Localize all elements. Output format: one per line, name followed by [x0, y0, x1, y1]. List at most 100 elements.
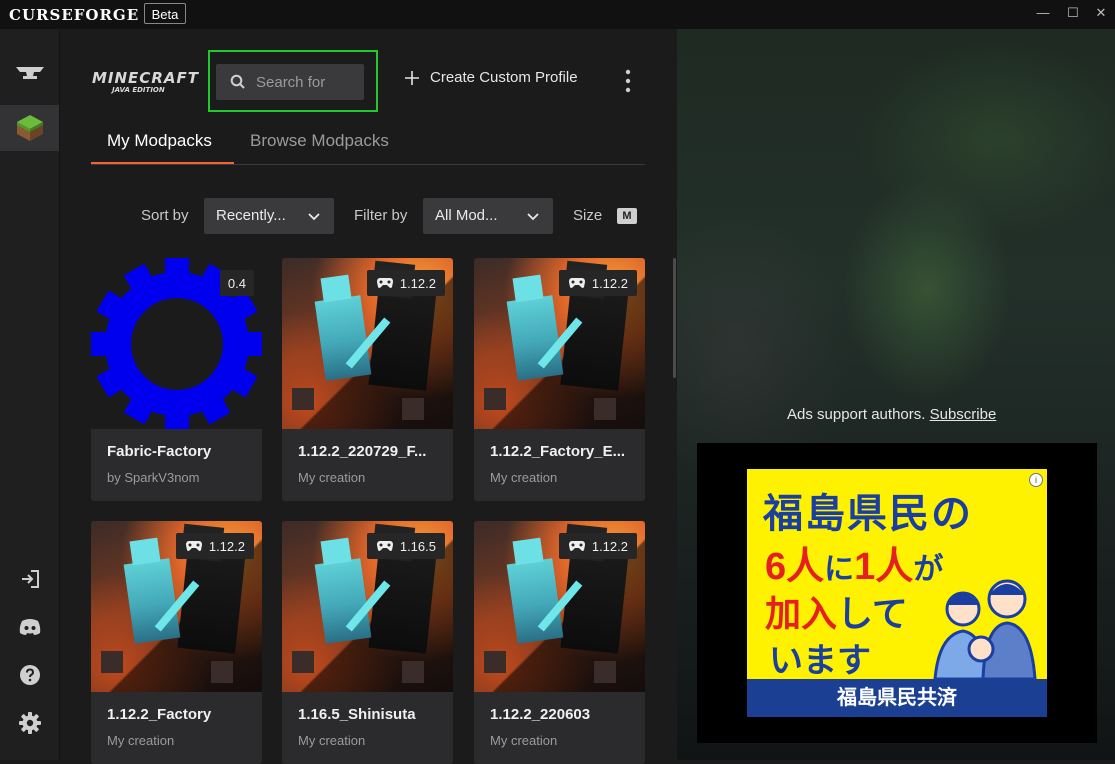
chevron-down-icon	[527, 213, 539, 221]
ad-text: 加入	[765, 593, 838, 634]
search-placeholder: Search for	[256, 74, 326, 91]
version-badge: 0.4	[219, 270, 254, 296]
gamepad-icon	[568, 541, 585, 551]
gamepad-icon	[568, 278, 585, 288]
discord-button[interactable]	[0, 604, 59, 650]
filter-value: All Mod...	[435, 207, 498, 224]
close-button[interactable]: ✕	[1094, 6, 1108, 20]
active-tab-indicator	[91, 162, 234, 164]
create-profile-button[interactable]: Create Custom Profile	[404, 69, 578, 86]
version-text: 1.12.2	[591, 275, 628, 291]
chevron-down-icon	[308, 213, 320, 221]
modpack-thumbnail: 0.4	[91, 258, 262, 429]
anvil-icon	[15, 67, 44, 79]
modpack-thumbnail: 1.16.5	[282, 521, 453, 692]
login-icon	[21, 570, 39, 588]
gamepad-icon	[185, 541, 202, 551]
modpack-card[interactable]: 1.12.2 1.12.2_Factory_E... My creation	[474, 258, 645, 501]
tabs-divider	[91, 164, 645, 165]
filter-label: Filter by	[354, 207, 408, 224]
ad-text: 人	[875, 546, 914, 588]
ad-line-4: います	[769, 642, 871, 680]
search-input[interactable]: Search for	[216, 64, 364, 100]
size-toggle[interactable]: M	[617, 208, 637, 224]
modpack-card[interactable]: 1.12.2 1.12.2_220729_F... My creation	[282, 258, 453, 501]
modpack-author: My creation	[107, 733, 175, 748]
modpack-card[interactable]: 0.4 Fabric-Factory by SparkV3nom	[91, 258, 262, 501]
modpack-thumbnail: 1.12.2	[474, 521, 645, 692]
modpack-name: 1.12.2_220729_F...	[298, 443, 427, 460]
tab-my-modpacks[interactable]: My Modpacks	[107, 131, 212, 151]
main-content: MINECRAFT JAVA EDITION Search for Create…	[60, 29, 677, 764]
ad-text: 人	[786, 546, 825, 588]
discord-icon	[19, 619, 40, 635]
settings-button[interactable]	[0, 700, 59, 746]
modpack-thumbnail: 1.12.2	[474, 258, 645, 429]
help-button[interactable]	[0, 652, 59, 698]
ad-text: に	[824, 553, 855, 586]
modpack-name: 1.16.5_Shinisuta	[298, 706, 416, 723]
gamepad-icon	[376, 278, 393, 288]
version-text: 0.4	[227, 275, 246, 291]
minecraft-grass-icon	[16, 115, 43, 141]
sort-value: Recently...	[216, 207, 286, 224]
logo-line2: JAVA EDITION	[112, 86, 165, 94]
version-badge: 1.12.2	[558, 270, 637, 296]
version-text: 1.16.5	[399, 538, 436, 554]
side-rail	[0, 29, 60, 760]
modpack-thumbnail: 1.12.2	[91, 521, 262, 692]
minecraft-java-logo: MINECRAFT JAVA EDITION	[92, 69, 199, 95]
home-button[interactable]	[0, 50, 59, 96]
subscribe-link[interactable]: Subscribe	[930, 406, 997, 423]
ad-text: 6	[765, 546, 787, 588]
ad-text: 1	[854, 546, 876, 588]
gear-icon	[18, 712, 41, 734]
advertisement[interactable]: i 福島県民の 6人に1人が 加入して います 福島県民共済	[747, 469, 1047, 717]
ad-footer: 福島県民共済	[747, 679, 1047, 717]
version-text: 1.12.2	[591, 538, 628, 554]
modpack-author: by SparkV3nom	[107, 470, 200, 485]
curseforge-logo: CURSEFORGE	[9, 6, 140, 24]
version-badge: 1.12.2	[366, 270, 445, 296]
modpack-name: 1.12.2_220603	[490, 706, 591, 723]
version-badge: 1.16.5	[366, 533, 445, 559]
beta-badge: Beta	[144, 3, 186, 24]
version-badge: 1.12.2	[175, 533, 254, 559]
minecraft-game-button[interactable]	[0, 105, 59, 151]
modpack-author: My creation	[298, 470, 366, 485]
ad-text: して	[837, 593, 908, 634]
modpack-author: My creation	[490, 733, 558, 748]
login-button[interactable]	[0, 556, 59, 602]
ad-info-icon[interactable]: i	[1029, 473, 1043, 487]
search-icon	[230, 74, 245, 89]
logo-line1: MINECRAFT	[92, 69, 199, 87]
tab-browse-modpacks[interactable]: Browse Modpacks	[250, 131, 389, 151]
modpack-card[interactable]: 1.16.5 1.16.5_Shinisuta My creation	[282, 521, 453, 764]
ad-container: i 福島県民の 6人に1人が 加入して います 福島県民共済	[697, 443, 1097, 743]
ad-headline: 福島県民の	[763, 492, 973, 536]
ad-line-2: 6人に1人が	[765, 535, 943, 590]
sort-label: Sort by	[141, 207, 189, 224]
size-label: Size	[573, 207, 603, 224]
filter-dropdown[interactable]: All Mod...	[423, 198, 553, 234]
search-focus-ring: Search for	[208, 50, 378, 112]
modpack-thumbnail: 1.12.2	[282, 258, 453, 429]
sort-dropdown[interactable]: Recently...	[204, 198, 334, 234]
scrollbar-thumb[interactable]	[673, 258, 676, 378]
more-options-icon[interactable]	[625, 69, 631, 93]
ad-panel: Ads support authors. Subscribe i 福島県民の 6…	[677, 29, 1115, 760]
modpack-author: My creation	[490, 470, 558, 485]
minimize-button[interactable]: —	[1036, 6, 1050, 20]
version-text: 1.12.2	[208, 538, 245, 554]
modpack-author: My creation	[298, 733, 366, 748]
modpack-name: Fabric-Factory	[107, 443, 212, 460]
version-text: 1.12.2	[399, 275, 436, 291]
modpack-name: 1.12.2_Factory	[107, 706, 212, 723]
modpack-name: 1.12.2_Factory_E...	[490, 443, 626, 460]
title-bar: CURSEFORGE Beta — ☐ ✕	[0, 0, 1115, 29]
maximize-button[interactable]: ☐	[1066, 6, 1080, 20]
ad-line-3: 加入して	[765, 585, 908, 637]
modpack-card[interactable]: 1.12.2 1.12.2_220603 My creation	[474, 521, 645, 764]
version-badge: 1.12.2	[558, 533, 637, 559]
modpack-card[interactable]: 1.12.2 1.12.2_Factory My creation	[91, 521, 262, 764]
